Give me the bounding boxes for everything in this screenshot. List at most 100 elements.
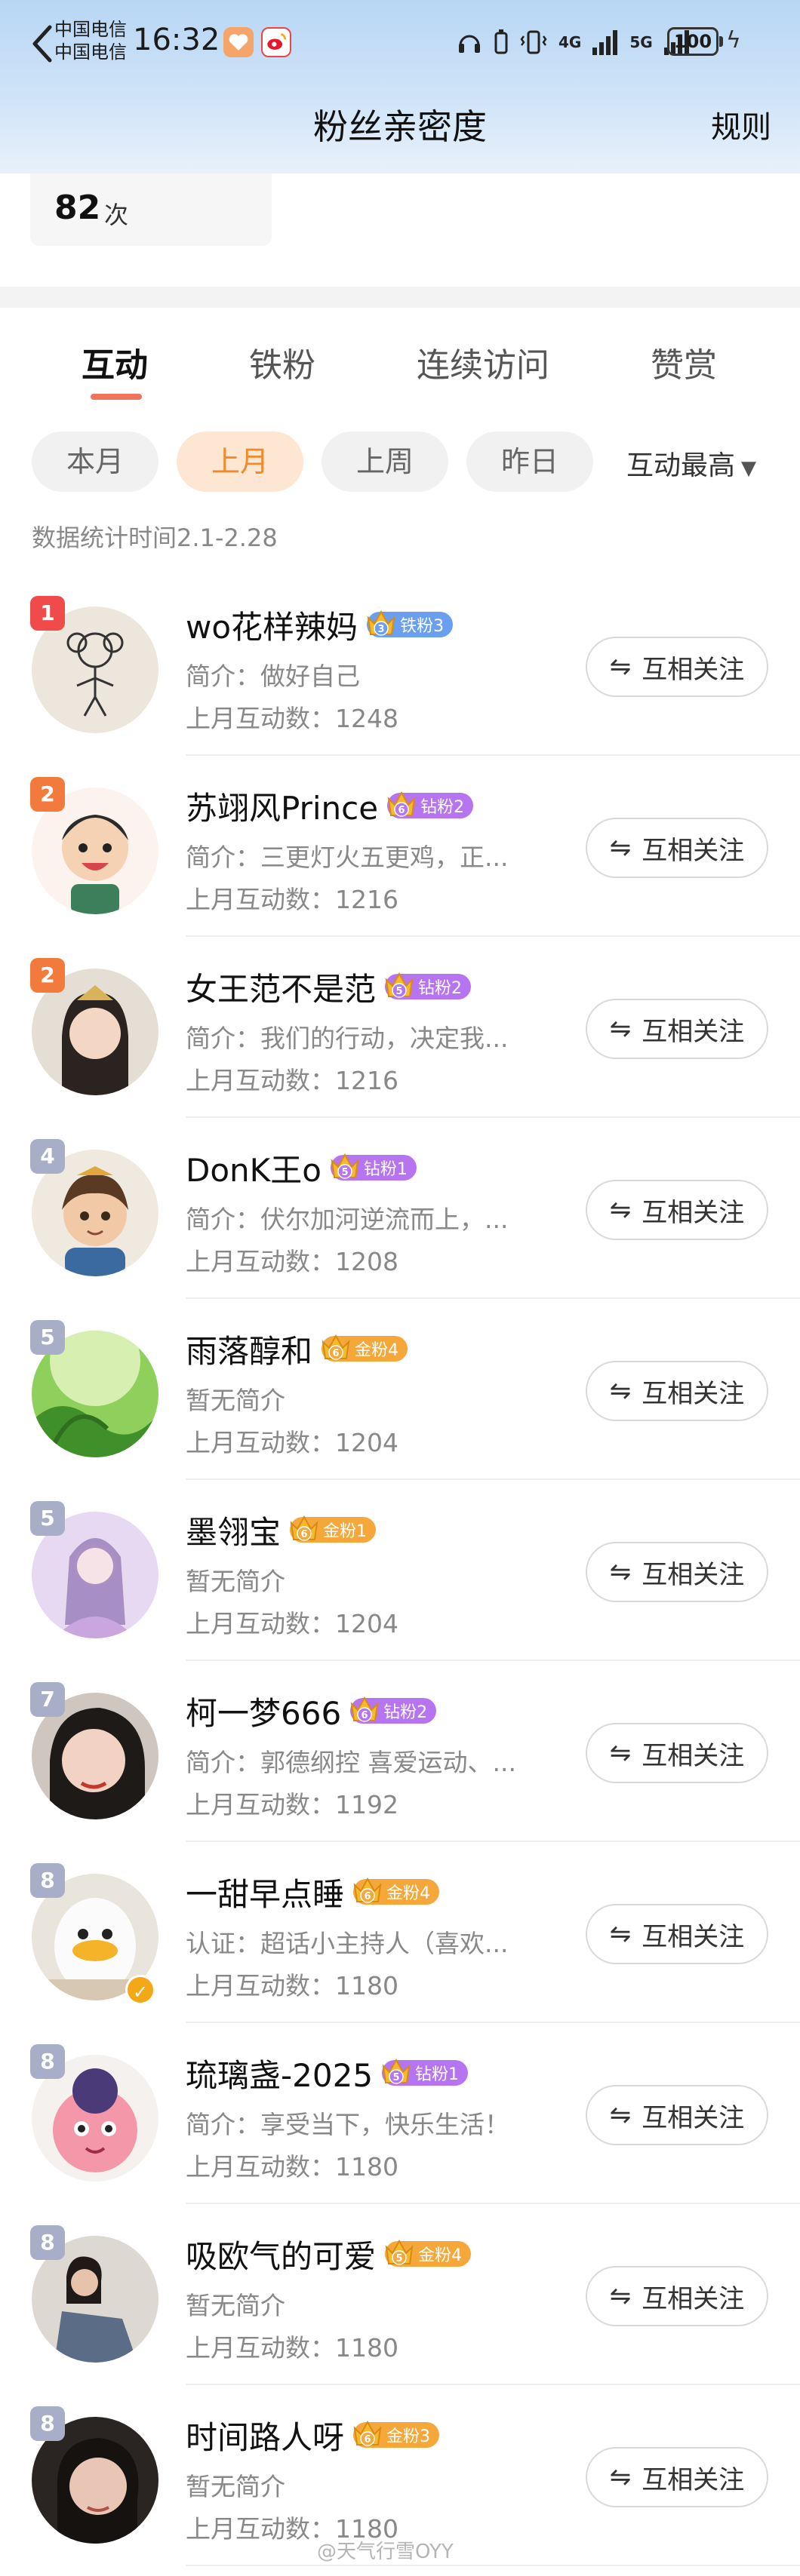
interaction-count: 上月互动数：1216: [186, 885, 398, 914]
tab-iron-fans[interactable]: 铁粉: [249, 338, 315, 386]
stat-time-label: 数据统计时间2.1-2.28: [32, 523, 278, 552]
fan-level-text: 金粉4: [418, 2246, 463, 2265]
heart-app-icon: [223, 27, 254, 57]
name-line: 琉璃盏-2025 5 钻粉1: [186, 2050, 469, 2096]
user-bio: 简介：享受当下，快乐生活！: [186, 2110, 509, 2139]
carrier-2: 中国电信: [54, 41, 127, 63]
user-bio: 简介：我们的行动，决定我...: [186, 1024, 509, 1053]
fan-level-badge: 5 钻粉1: [330, 1153, 417, 1181]
username[interactable]: 一甜早点睡: [186, 1869, 344, 1915]
list-item[interactable]: 4 DonK王o 5 钻粉1 简介：伏尔加河逆流而上，... 上月互动数：1208 ⇋ 互相关…: [0, 1118, 800, 1299]
fan-level-text: 金粉4: [386, 1884, 431, 1903]
fan-level-badge: 6 金粉4: [353, 1877, 440, 1905]
status-icons: 4G 5G: [456, 24, 691, 60]
username[interactable]: 吸欧气的可爱: [186, 2231, 376, 2277]
mutual-follow-button[interactable]: ⇋ 互相关注: [586, 1542, 768, 1602]
mutual-follow-button[interactable]: ⇋ 互相关注: [586, 1723, 768, 1783]
list-item[interactable]: 8 ✓ 一甜早点睡 6 金粉4 认证：超话小主持人（喜欢... 上月互动数：1180 ⇋ 互相关…: [0, 1842, 800, 2023]
mutual-follow-button[interactable]: ⇋ 互相关注: [586, 1180, 768, 1240]
filter-last-week[interactable]: 上周: [322, 431, 448, 492]
mutual-follow-button[interactable]: ⇋ 互相关注: [586, 637, 768, 697]
mutual-follow-button[interactable]: ⇋ 互相关注: [586, 2085, 768, 2145]
svg-text:5: 5: [393, 2072, 400, 2083]
user-bio: 暂无简介: [186, 2472, 285, 2501]
signal-bars-icon: [592, 30, 618, 55]
battery-cap: [719, 36, 723, 47]
name-line: 苏翊风Prince 6 钻粉2: [186, 783, 474, 829]
fan-level-badge: 5 钻粉1: [382, 2058, 469, 2086]
list-item[interactable]: 1 wo花样辣妈 3 铁粉3 简介：做好自己 上月互动数：1248 ⇋ 互相关注: [0, 575, 800, 756]
signal-5g-label: 5G: [629, 33, 653, 51]
username[interactable]: 墨翎宝: [186, 1507, 281, 1553]
vibrate-icon: [520, 30, 547, 54]
fan-level-badge: 6 金粉1: [290, 1515, 377, 1543]
watermark: @天气行雪OYY: [317, 2541, 454, 2563]
battery-indicator: 100: [667, 27, 718, 56]
interaction-count: 上月互动数：1180: [186, 1971, 398, 2000]
tab-tips[interactable]: 赞赏: [651, 338, 717, 386]
swap-arrows-icon: ⇋: [609, 1195, 632, 1225]
mutual-follow-label: 互相关注: [642, 1921, 745, 1952]
row-divider: [186, 2565, 800, 2566]
summary-count: 82: [54, 189, 101, 227]
rules-link[interactable]: 规则: [711, 103, 771, 146]
list-item[interactable]: 8 吸欧气的可爱 5 金粉4 暂无简介 上月互动数：1180 ⇋ 互相关注: [0, 2204, 800, 2385]
charging-bolt-icon: ϟ: [726, 27, 741, 54]
rank-badge: 5: [30, 1320, 65, 1355]
username[interactable]: 苏翊风Prince: [186, 783, 378, 829]
name-line: DonK王o 5 钻粉1: [186, 1147, 417, 1189]
tab-interaction[interactable]: 互动: [82, 338, 148, 386]
swap-arrows-icon: ⇋: [609, 1014, 632, 1044]
fan-level-badge: 3 铁粉3: [367, 609, 454, 637]
username[interactable]: 柯一梦666: [186, 1688, 341, 1734]
username[interactable]: 女王范不是范: [186, 964, 376, 1010]
mutual-follow-button[interactable]: ⇋ 互相关注: [586, 818, 768, 878]
interaction-count: 上月互动数：1204: [186, 1428, 398, 1457]
mutual-follow-button[interactable]: ⇋ 互相关注: [586, 1361, 768, 1421]
list-item[interactable]: 2 女王范不是范 5 钻粉2 简介：我们的行动，决定我... 上月互动数：1216 ⇋ 互相关…: [0, 937, 800, 1118]
list-item[interactable]: 5 墨翎宝 6 金粉1 暂无简介 上月互动数：1204 ⇋ 互相关注: [0, 1480, 800, 1661]
user-bio: 简介：做好自己: [186, 662, 360, 691]
filter-yesterday[interactable]: 昨日: [466, 431, 593, 492]
mutual-follow-button[interactable]: ⇋ 互相关注: [586, 2266, 768, 2326]
crown-icon: 5: [385, 972, 414, 998]
username[interactable]: 时间路人呀: [186, 2412, 344, 2458]
list-item[interactable]: 8 琉璃盏-2025 5 钻粉1 简介：享受当下，快乐生活！ 上月互动数：1180 ⇋ 互相关…: [0, 2023, 800, 2204]
username[interactable]: wo花样辣妈: [186, 602, 358, 648]
interaction-count: 上月互动数：1180: [186, 2152, 398, 2181]
fan-level-text: 钻粉2: [420, 798, 465, 817]
rank-badge: 8: [30, 2406, 65, 2441]
interaction-count: 上月互动数：1216: [186, 1066, 398, 1095]
name-line: 时间路人呀 6 金粉3: [186, 2412, 440, 2458]
swap-arrows-icon: ⇋: [609, 1376, 632, 1406]
mutual-follow-label: 互相关注: [642, 2283, 745, 2314]
list-item[interactable]: 5 雨落醇和 6 金粉4 暂无简介 上月互动数：1204 ⇋ 互相关注: [0, 1299, 800, 1480]
username[interactable]: 雨落醇和: [186, 1326, 312, 1372]
rank-badge: 8: [30, 1863, 65, 1898]
sort-dropdown[interactable]: 互动最高 ▼: [626, 444, 756, 483]
mutual-follow-label: 互相关注: [642, 2102, 745, 2133]
mutual-follow-button[interactable]: ⇋ 互相关注: [586, 999, 768, 1059]
fan-level-text: 钻粉1: [415, 2065, 460, 2084]
tab-consecutive-visits[interactable]: 连续访问: [417, 338, 549, 386]
username[interactable]: 琉璃盏-2025: [186, 2050, 373, 2096]
list-item[interactable]: 2 苏翊风Prince 6 钻粉2 简介：三更灯火五更鸡，正... 上月互动数：1216 ⇋…: [0, 756, 800, 937]
filter-last-month[interactable]: 上月: [177, 431, 303, 492]
fan-level-badge: 6 金粉4: [322, 1334, 408, 1362]
mutual-follow-button[interactable]: ⇋ 互相关注: [586, 2447, 768, 2507]
crown-icon: 6: [387, 791, 416, 817]
status-bar: 中国电信 中国电信 16:32 4G 5G 100 ϟ: [0, 0, 800, 87]
user-bio: 简介：伏尔加河逆流而上，...: [186, 1205, 509, 1234]
svg-text:6: 6: [364, 1891, 371, 1902]
svg-text:3: 3: [378, 624, 385, 635]
back-arrow-icon[interactable]: [27, 21, 57, 66]
crown-icon: 6: [322, 1334, 350, 1360]
username[interactable]: DonK王o: [186, 1145, 322, 1191]
summary-card: 82 次: [0, 173, 800, 287]
filter-this-month[interactable]: 本月: [32, 431, 158, 492]
fan-level-text: 金粉1: [323, 1522, 368, 1541]
mutual-follow-button[interactable]: ⇋ 互相关注: [586, 1904, 768, 1964]
headphones-icon: [459, 35, 480, 53]
swap-arrows-icon: ⇋: [609, 652, 632, 682]
list-item[interactable]: 7 柯一梦666 6 钻粉2 简介：郭德纲控 喜爱运动、... 上月互动数：1192 ⇋ 互相…: [0, 1661, 800, 1842]
